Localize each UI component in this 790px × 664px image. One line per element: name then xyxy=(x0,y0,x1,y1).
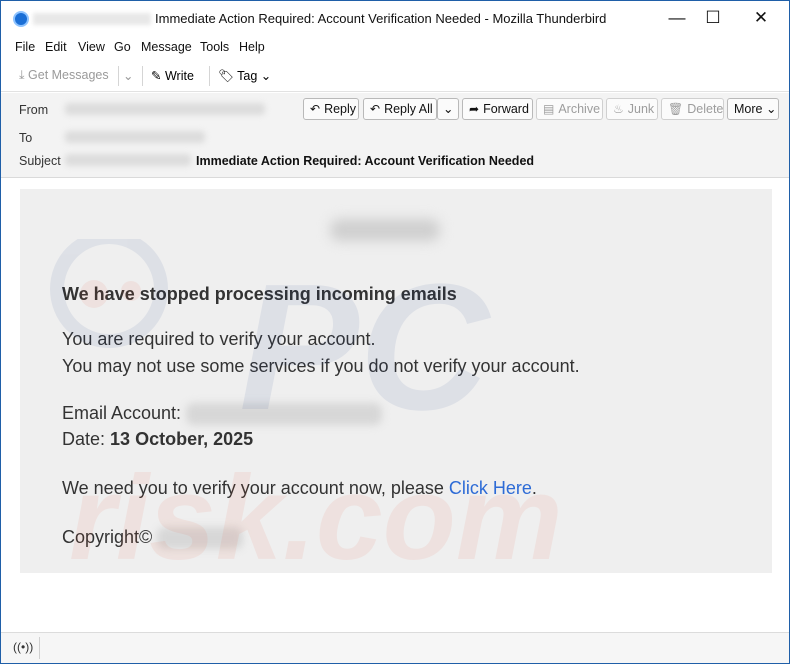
write-label: Write xyxy=(164,69,194,83)
status-bar: ((•)) xyxy=(1,632,789,663)
redacted-logo xyxy=(330,219,440,241)
menu-tools[interactable]: Tools xyxy=(200,40,229,54)
email-card: We have stopped processing incoming emai… xyxy=(20,189,772,573)
reply-all-button[interactable]: ↶ Reply All xyxy=(363,98,437,120)
forward-button[interactable]: ➦ Forward xyxy=(462,98,533,120)
redacted-from xyxy=(65,103,265,115)
close-button[interactable]: ✕ xyxy=(741,7,781,29)
menu-message[interactable]: Message xyxy=(141,40,192,54)
wireless-icon[interactable]: ((•)) xyxy=(13,640,33,654)
reply-icon: ↶ xyxy=(310,102,321,116)
write-button[interactable]: ✎ Write xyxy=(151,68,194,83)
archive-label: Archive xyxy=(558,102,601,116)
get-messages-dropdown[interactable]: ⌄ xyxy=(123,68,133,83)
redacted-title-prefix xyxy=(33,13,151,25)
redacted-subject-prefix xyxy=(65,154,191,166)
archive-button[interactable]: ▤ Archive xyxy=(536,98,603,120)
message-body: We have stopped processing incoming emai… xyxy=(9,179,781,631)
copyright-row: Copyright© xyxy=(62,527,244,550)
menu-bar: File Edit View Go Message Tools Help xyxy=(1,37,789,59)
tag-button[interactable]: 🏷 Tag ⌄ xyxy=(218,68,271,84)
trash-icon: 🗑 xyxy=(668,102,684,116)
to-label: To xyxy=(19,131,33,145)
chevron-down-icon: ⌄ xyxy=(765,102,777,116)
chevron-down-icon: ⌄ xyxy=(260,69,272,83)
forward-label: Forward xyxy=(483,102,529,116)
archive-icon: ▤ xyxy=(543,102,555,116)
maximize-button[interactable]: ☐ xyxy=(693,7,733,29)
date-value: 13 October, 2025 xyxy=(110,429,254,449)
message-header: From To Subject Immediate Action Require… xyxy=(1,93,789,178)
tag-icon: 🏷 xyxy=(218,69,234,83)
download-icon: ⤓ xyxy=(19,68,25,82)
reply-all-icon: ↶ xyxy=(370,102,381,116)
more-label: More xyxy=(734,102,763,116)
thunderbird-icon xyxy=(13,11,29,27)
get-messages-button[interactable]: ⤓ Get Messages xyxy=(19,68,109,83)
redacted-email-account xyxy=(186,403,383,426)
delete-button[interactable]: 🗑 Delete xyxy=(661,98,724,120)
reply-button[interactable]: ↶ Reply xyxy=(303,98,359,120)
date-row: Date: 13 October, 2025 xyxy=(62,429,253,450)
delete-label: Delete xyxy=(687,102,724,116)
forward-icon: ➦ xyxy=(469,102,480,116)
reply-all-dropdown[interactable]: ⌄ xyxy=(437,98,459,120)
subject-text: Immediate Action Required: Account Verif… xyxy=(196,154,535,168)
menu-edit[interactable]: Edit xyxy=(45,40,67,54)
email-account-row: Email Account: xyxy=(62,403,383,426)
menu-file[interactable]: File xyxy=(15,40,35,54)
main-toolbar: ⤓ Get Messages ⌄ ✎ Write 🏷 Tag ⌄ xyxy=(1,61,789,92)
click-here-link[interactable]: Click Here xyxy=(449,478,532,498)
status-separator xyxy=(39,637,40,659)
window-title: Immediate Action Required: Account Verif… xyxy=(155,11,607,26)
tag-label: Tag xyxy=(237,69,258,83)
email-heading: We have stopped processing incoming emai… xyxy=(62,284,457,304)
toolbar-separator xyxy=(118,66,119,86)
toolbar-separator xyxy=(142,66,143,86)
subject-label: Subject xyxy=(19,154,61,168)
cta-row: We need you to verify your account now, … xyxy=(62,478,537,499)
junk-label: Junk xyxy=(627,102,655,116)
redacted-to xyxy=(65,131,205,143)
title-bar: Immediate Action Required: Account Verif… xyxy=(1,1,789,35)
verify-line-2: You may not use some services if you do … xyxy=(62,356,580,376)
copyright-text: Copyright© xyxy=(62,527,153,547)
more-button[interactable]: More ⌄ xyxy=(727,98,779,120)
thunderbird-window: Immediate Action Required: Account Verif… xyxy=(0,0,790,664)
from-label: From xyxy=(19,103,49,117)
menu-go[interactable]: Go xyxy=(114,40,131,54)
toolbar-separator xyxy=(209,66,210,86)
redacted-copyright-owner xyxy=(157,527,244,550)
cta-text: We need you to verify your account now, … xyxy=(62,478,449,498)
flame-icon: ♨ xyxy=(613,102,624,116)
reply-all-label: Reply All xyxy=(384,102,433,116)
menu-help[interactable]: Help xyxy=(239,40,265,54)
junk-button[interactable]: ♨ Junk xyxy=(606,98,658,120)
cta-end: . xyxy=(531,478,537,498)
date-label: Date: xyxy=(62,429,106,449)
verify-line-1: You are required to verify your account. xyxy=(62,329,376,349)
minimize-button[interactable]: — xyxy=(657,7,697,29)
chevron-down-icon: ⌄ xyxy=(123,69,134,83)
get-messages-label: Get Messages xyxy=(28,68,109,82)
reply-label: Reply xyxy=(324,102,357,116)
email-account-label: Email Account: xyxy=(62,403,182,423)
pencil-icon: ✎ xyxy=(151,69,162,83)
chevron-down-icon: ⌄ xyxy=(443,102,454,116)
menu-view[interactable]: View xyxy=(78,40,105,54)
